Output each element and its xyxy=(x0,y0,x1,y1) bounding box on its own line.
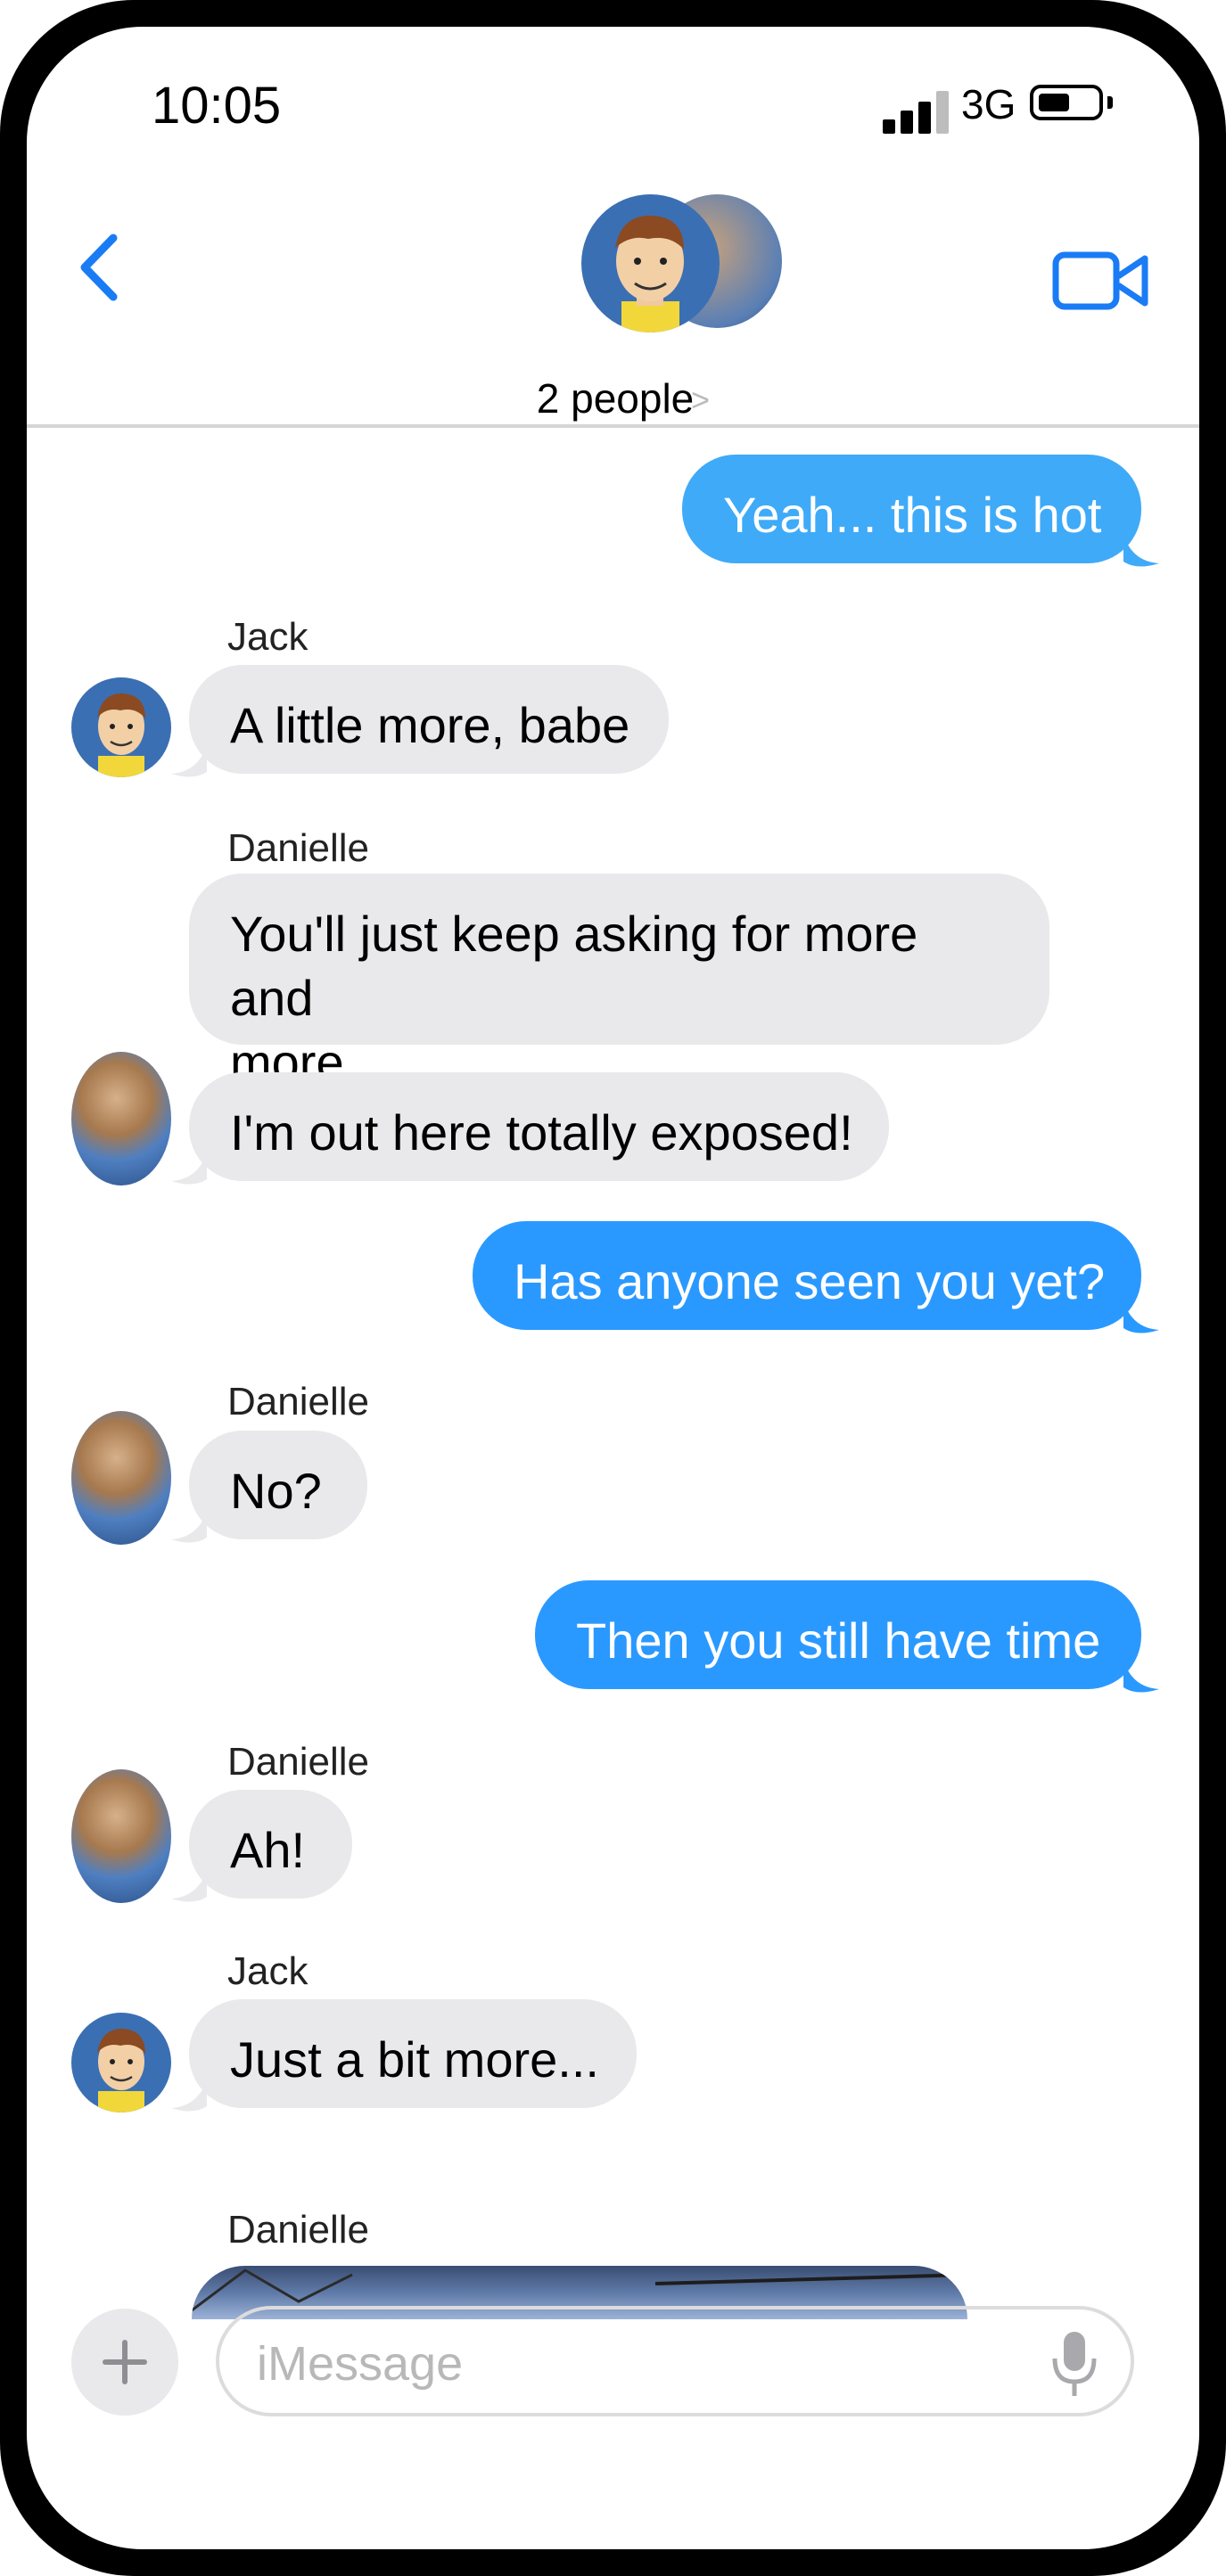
danielle-avatar[interactable] xyxy=(71,1411,171,1545)
danielle-avatar[interactable] xyxy=(71,1769,171,1903)
plus-icon[interactable] xyxy=(71,2309,178,2416)
phone-frame: 10:05 3G 2 people > Yeah... this is hot … xyxy=(0,0,1226,2576)
group-avatar[interactable] xyxy=(581,194,786,355)
message-bubble-outgoing[interactable]: Then you still have time xyxy=(535,1580,1141,1689)
message-text: Ah! xyxy=(230,1822,306,1878)
jack-avatar[interactable] xyxy=(71,2013,171,2112)
jack-avatar[interactable] xyxy=(71,677,171,777)
screen: 10:05 3G 2 people > Yeah... this is hot … xyxy=(27,27,1199,2549)
message-text-line: You'll just keep asking for more and xyxy=(230,906,918,1026)
group-name[interactable]: 2 people xyxy=(508,374,722,422)
chevron-left-icon[interactable] xyxy=(67,218,138,316)
message-text: A little more, babe xyxy=(230,697,630,753)
bubble-tail xyxy=(171,1153,207,1185)
message-bubble-incoming[interactable]: You'll just keep asking for more and mor… xyxy=(189,874,1049,1090)
sender-name: Jack xyxy=(227,615,309,659)
message-text: Then you still have time xyxy=(576,1612,1101,1669)
message-text: I'm out here totally exposed! xyxy=(230,1104,853,1161)
jack-avatar-small xyxy=(581,194,720,332)
bubble-tail xyxy=(1123,1661,1159,1693)
message-bubble-outgoing[interactable]: Has anyone seen you yet? xyxy=(473,1221,1141,1330)
header-divider xyxy=(27,424,1199,428)
message-bubble-incoming[interactable]: Just a bit more... xyxy=(189,1999,637,2108)
bubble-tail xyxy=(1123,535,1159,567)
message-input[interactable] xyxy=(255,2327,1043,2400)
danielle-avatar[interactable] xyxy=(71,1052,171,1185)
message-input-container[interactable] xyxy=(216,2306,1134,2416)
message-text: Has anyone seen you yet? xyxy=(514,1253,1106,1309)
status-time: 10:05 xyxy=(152,77,282,135)
message-text: Yeah... this is hot xyxy=(723,487,1102,543)
message-text: Just a bit more... xyxy=(230,2031,599,2088)
sender-name: Danielle xyxy=(227,2208,369,2252)
message-bubble-incoming[interactable]: No? xyxy=(189,1431,367,1539)
battery-tip xyxy=(1107,96,1113,109)
message-text: No? xyxy=(230,1463,322,1519)
bubble-tail xyxy=(1123,1301,1159,1333)
sender-name: Danielle xyxy=(227,1380,369,1423)
video-camera-icon[interactable] xyxy=(1052,250,1150,312)
message-bubble-incoming[interactable]: I'm out here totally exposed! xyxy=(189,1072,889,1181)
bubble-tail xyxy=(171,1870,207,1902)
message-bubble-incoming[interactable]: Ah! xyxy=(189,1790,352,1899)
battery-icon xyxy=(1030,85,1103,120)
network-type: 3G xyxy=(961,81,1016,127)
bubble-tail xyxy=(171,1511,207,1543)
message-bubble-outgoing[interactable]: Yeah... this is hot xyxy=(682,455,1141,563)
message-bubble-incoming[interactable]: A little more, babe xyxy=(189,665,669,774)
microphone-icon[interactable] xyxy=(1048,2326,1101,2402)
sender-name: Jack xyxy=(227,1949,309,1993)
signal-icon xyxy=(883,91,949,134)
sender-name: Danielle xyxy=(227,826,369,870)
sender-name: Danielle xyxy=(227,1740,369,1784)
chevron-right-icon: > xyxy=(691,381,711,418)
bubble-tail xyxy=(171,745,207,777)
bubble-tail xyxy=(171,2080,207,2112)
